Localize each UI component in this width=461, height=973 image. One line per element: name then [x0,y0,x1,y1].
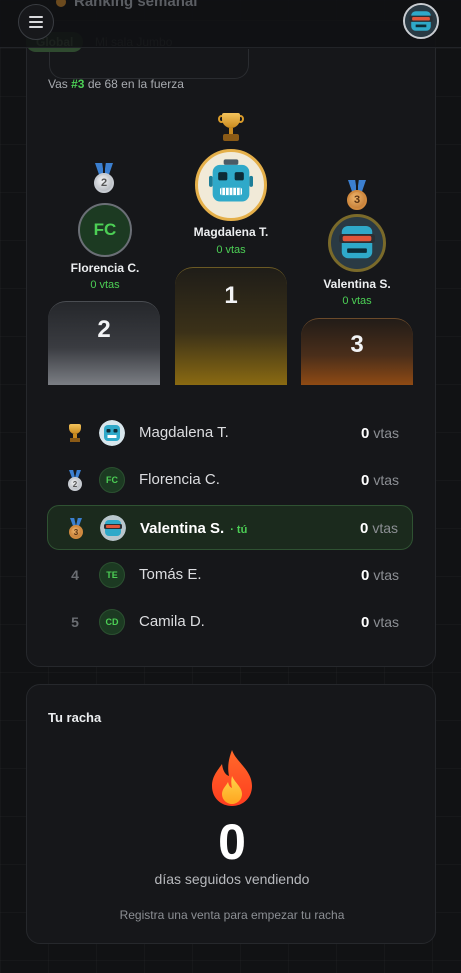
podium-block-second: 2 [48,301,160,385]
avatar-florencia: FC [78,203,132,257]
avatar-magdalena [195,149,267,221]
you-badge: · tú [230,524,248,536]
ranking-row-4[interactable]: 4 TE Tomás E. 0 vtas [47,555,413,595]
ranking-row-3-current-user[interactable]: 3 Valentina S. · tú 0 vtas [47,505,413,550]
avatar-initials: TE [99,562,125,588]
streak-card: Tu racha 0 días seguidos vendiendo Regis… [26,684,436,944]
podium-first-sales: 0 vtas [216,244,246,256]
podium-second-sales: 0 vtas [90,279,120,291]
trophy-icon [218,113,244,143]
rank-position: #3 [71,77,85,91]
trophy-icon [56,0,66,7]
hamburger-menu-icon [29,21,43,23]
avatar-valentina [328,214,386,272]
rank-summary: Vas #3 de 68 en la fuerza [48,77,184,91]
robot-visor-avatar-icon [100,515,126,541]
ranking-count: 0 vtas [359,520,398,537]
page-title: Ranking semanal [56,0,197,10]
ranking-name: Valentina S. · tú [140,520,248,537]
podium-first-name: Magdalena T. [193,225,269,239]
streak-title: Tu racha [48,710,102,725]
silver-medal-icon: 2 [66,470,84,492]
top-bar: Ranking semanal [0,0,461,48]
podium-third-name: Valentina S. [323,277,391,291]
robot-visor-avatar-icon [331,217,383,269]
ranking-count: 0 vtas [360,472,399,489]
flame-icon [212,750,252,806]
robot-avatar-icon [99,420,125,446]
avatar-initials: FC [99,467,125,493]
bronze-medal-icon: 3 [67,518,85,540]
menu-button[interactable] [18,4,54,40]
user-avatar-button[interactable] [403,3,439,39]
robot-avatar-icon [203,157,259,213]
ranking-row-2[interactable]: 2 FC Florencia C. 0 vtas [47,460,413,500]
bronze-medal-icon: 3 [343,180,371,214]
ranking-name: Florencia C. [139,471,220,488]
ranking-count: 0 vtas [360,425,399,442]
ranking-row-5[interactable]: 5 CD Camila D. 0 vtas [47,602,413,642]
streak-label: días seguidos vendiendo [154,871,310,887]
streak-hint: Registra una venta para empezar tu racha [119,908,345,922]
podium-second-name: Florencia C. [70,261,140,275]
ranking-row-1[interactable]: Magdalena T. 0 vtas [47,413,413,453]
ranking-name: Camila D. [139,613,205,630]
silver-medal-icon: 2 [90,163,118,197]
podium-third-sales: 0 vtas [342,295,372,307]
ranking-name: Magdalena T. [139,424,229,441]
robot-visor-avatar-icon [405,5,437,37]
ranking-name: Tomás E. [139,566,202,583]
avatar-initials: CD [99,609,125,635]
streak-value: 0 [218,814,246,870]
ranking-count: 0 vtas [360,567,399,584]
ranking-count: 0 vtas [360,614,399,631]
podium-block-third: 3 [301,318,413,385]
tab-group [49,49,249,79]
podium-block-first: 1 [175,267,287,385]
trophy-icon [66,424,84,444]
ranking-position: 5 [71,614,79,630]
ranking-position: 4 [71,567,79,583]
